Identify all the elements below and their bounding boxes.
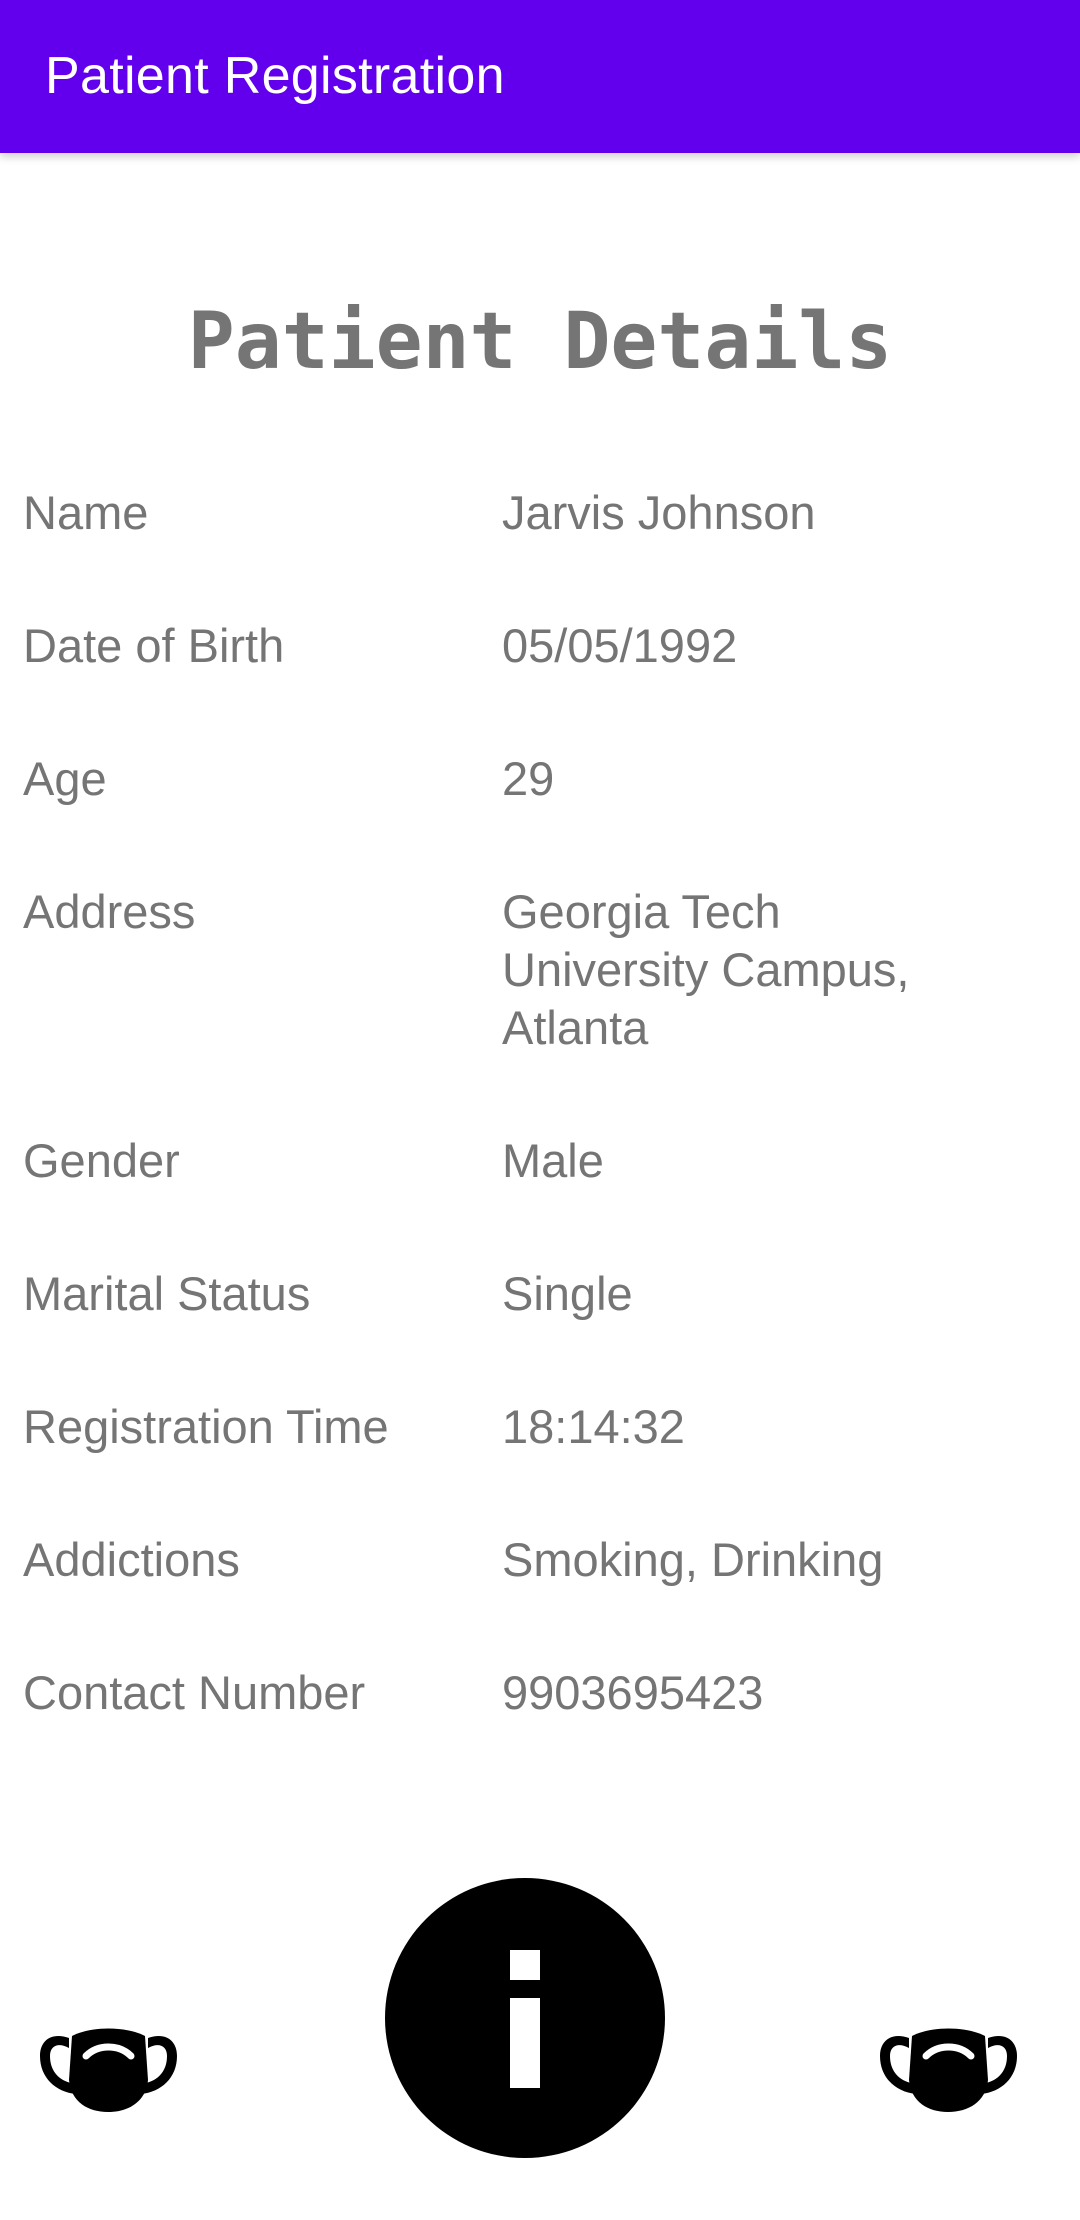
info-button[interactable] [385,1878,665,2158]
detail-value-name: Jarvis Johnson [502,486,816,539]
detail-value-address: Georgia Tech University Campus, Atlanta [502,885,910,1054]
detail-label-marital-status: Marital Status [23,1267,311,1320]
detail-label-age: Age [23,752,107,805]
face-mask-icon[interactable] [876,2022,1021,2114]
app-bar-title: Patient Registration [45,47,505,105]
info-icon [510,1950,540,1980]
face-mask-icon[interactable] [36,2022,181,2114]
detail-value-addictions: Smoking, Drinking [502,1533,884,1586]
detail-label-name: Name [23,486,149,539]
detail-label-address: Address [23,885,196,938]
detail-label-gender: Gender [23,1134,180,1187]
face-mask-icon-left-svg [40,2028,177,2112]
face-mask-icon-right-svg [880,2028,1017,2112]
detail-value-registration-time: 18:14:32 [502,1400,685,1453]
detail-value-gender: Male [502,1134,604,1187]
detail-label-addictions: Addictions [23,1533,240,1586]
info-icon-stem [510,1998,540,2088]
app-bar: Patient Registration [0,0,1080,153]
detail-value-contact-number: 9903695423 [502,1666,764,1719]
detail-value-dob: 05/05/1992 [502,619,738,672]
detail-value-marital-status: Single [502,1267,633,1320]
detail-label-registration-time: Registration Time [23,1400,389,1453]
detail-value-age: 29 [502,752,555,805]
detail-label-contact-number: Contact Number [23,1666,366,1719]
detail-label-dob: Date of Birth [23,619,285,672]
